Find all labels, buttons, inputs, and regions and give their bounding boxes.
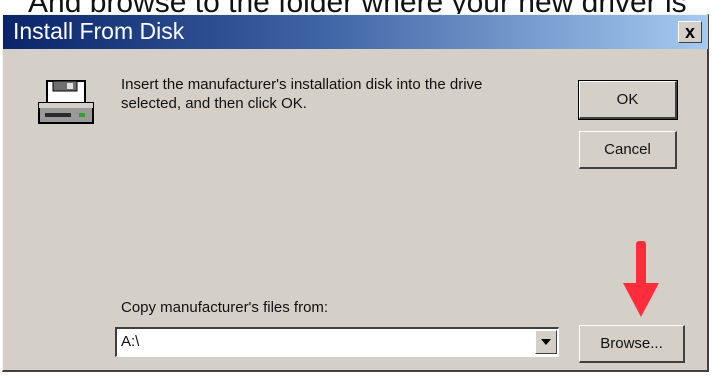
copy-files-label: Copy manufacturer's files from: [121, 299, 329, 316]
path-value: A:\ [121, 333, 140, 350]
floppy-drive-icon [38, 80, 94, 124]
message-line: selected, and then click OK. [121, 95, 307, 112]
message-line: Insert the manufacturer's installation d… [121, 76, 483, 93]
chevron-down-icon [541, 339, 551, 345]
screenshot: And browse to the folder where your new … [0, 0, 715, 378]
install-from-disk-dialog: Install From Disk x Insert the manufactu… [2, 14, 709, 372]
path-combobox[interactable]: A:\ [115, 327, 559, 357]
dropdown-button[interactable] [535, 330, 557, 354]
cancel-button[interactable]: Cancel [579, 131, 677, 169]
cancel-button-label: Cancel [604, 141, 651, 158]
window-title: Install From Disk [13, 18, 185, 44]
close-button[interactable]: x [678, 21, 702, 43]
title-bar[interactable]: Install From Disk x [3, 15, 708, 49]
instruction-message: Insert the manufacturer's installation d… [121, 75, 571, 113]
close-icon: x [684, 22, 695, 42]
browse-button[interactable]: Browse... [579, 325, 685, 363]
ok-button[interactable]: OK [578, 80, 678, 120]
red-arrow-down-icon [623, 241, 659, 317]
browse-button-label: Browse... [600, 335, 663, 352]
ok-button-label: OK [616, 91, 639, 108]
